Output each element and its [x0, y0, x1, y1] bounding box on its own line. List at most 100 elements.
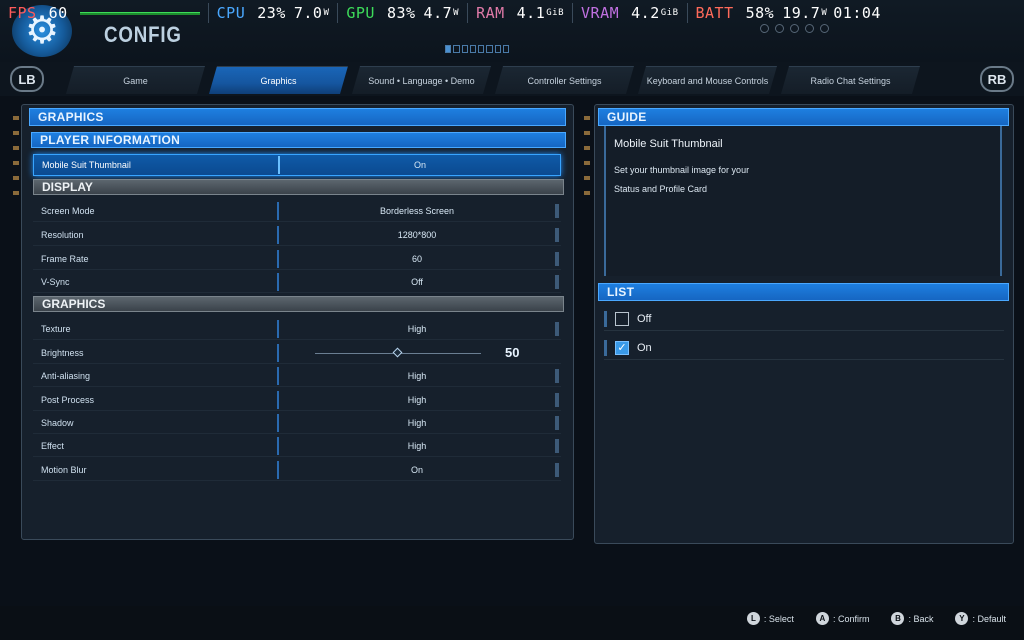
tab-sound-language-demo[interactable]: Sound • Language • Demo	[352, 66, 491, 94]
guide-line-1: Set your thumbnail image for your	[614, 165, 750, 175]
perf-fps-value: 60	[48, 4, 68, 22]
perf-batt: BATT 58% 19.7 W 01:04	[688, 3, 889, 23]
guide-header: GUIDE	[598, 108, 1009, 126]
tab-game[interactable]: Game	[66, 66, 205, 94]
row-value: High	[407, 394, 427, 405]
row-mobile-suit-thumbnail[interactable]: Mobile Suit Thumbnail On	[33, 154, 561, 176]
row-frame-rate[interactable]: Frame Rate 60	[33, 248, 561, 270]
row-end-marker	[555, 274, 559, 289]
row-label: Resolution	[33, 225, 279, 244]
perf-gpu-value: 83%	[386, 4, 416, 22]
row-anti-aliasing[interactable]: Anti-aliasing High	[33, 365, 561, 387]
perf-batt-power: 19.7	[782, 4, 821, 22]
list-item-off[interactable]: Off	[604, 307, 1004, 331]
performance-overlay: FPS 60 CPU 23% 7.0 W GPU 83% 4.7 W RAM 4.1…	[0, 0, 1024, 26]
row-end-marker	[555, 321, 559, 336]
guide-line-2: Status and Profile Card	[614, 184, 708, 194]
perf-gpu-label: GPU	[346, 4, 375, 22]
guide-text: Set your thumbnail image for your Status…	[614, 161, 749, 199]
row-v-sync[interactable]: V-Sync Off	[33, 271, 561, 293]
row-motion-blur[interactable]: Motion Blur On	[33, 459, 561, 481]
row-value: High	[407, 440, 427, 451]
list-item-label: Off	[637, 312, 652, 325]
tab-bar: LB Game Graphics Sound • Language • Demo…	[0, 62, 1024, 96]
left-side-decor	[13, 116, 19, 195]
button-hints: L : Select A : Confirm B : Back Y : Defa…	[746, 612, 1006, 625]
row-value: High	[407, 417, 427, 428]
row-value: Borderless Screen	[379, 205, 455, 216]
list-item-marker	[604, 339, 607, 356]
perf-batt-label: BATT	[695, 4, 734, 22]
perf-vram-value: 4.2	[631, 4, 660, 22]
row-value: On	[413, 160, 426, 170]
row-end-marker	[555, 227, 559, 242]
rb-button[interactable]: RB	[980, 66, 1014, 92]
fps-graph	[79, 11, 200, 15]
row-value: 1280*800	[397, 229, 437, 240]
perf-gpu-power: 4.7	[423, 4, 453, 22]
y-button-icon: Y	[955, 612, 969, 625]
tab-controller-settings[interactable]: Controller Settings	[495, 66, 634, 94]
row-brightness[interactable]: Brightness 50	[33, 342, 561, 364]
row-value: High	[407, 370, 427, 381]
list-header: LIST	[598, 283, 1009, 301]
slider-value: 50	[505, 344, 520, 360]
perf-gpu: GPU 83% 4.7 W	[338, 3, 469, 23]
perf-vram-label: VRAM	[581, 4, 620, 22]
tab-graphics[interactable]: Graphics	[209, 66, 348, 94]
right-side-decor	[584, 116, 590, 195]
row-effect[interactable]: Effect High	[33, 435, 561, 457]
guide-title: Mobile Suit Thumbnail	[614, 138, 723, 150]
player-info-header: PLAYER INFORMATION	[31, 132, 566, 148]
perf-cpu-value: 23%	[257, 4, 286, 22]
perf-batt-time: 01:04	[833, 4, 881, 22]
row-label: Brightness	[33, 343, 279, 362]
row-end-marker	[555, 368, 559, 383]
row-label: Motion Blur	[33, 460, 279, 479]
perf-vram: VRAM 4.2 GiB	[573, 3, 688, 23]
row-shadow[interactable]: Shadow High	[33, 412, 561, 434]
hint-confirm: A : Confirm	[815, 612, 870, 625]
lb-button[interactable]: LB	[10, 66, 44, 92]
list-item-label: On	[637, 341, 652, 354]
a-button-icon: A	[815, 612, 829, 625]
list-item-on[interactable]: ✓ On	[604, 336, 1004, 360]
slider-thumb[interactable]	[392, 347, 403, 357]
b-button-icon: B	[891, 612, 905, 625]
tab-radio-chat[interactable]: Radio Chat Settings	[781, 66, 920, 94]
perf-ram-unit: GiB	[546, 8, 565, 18]
hint-label: : Select	[763, 613, 794, 624]
hint-back: B : Back	[891, 612, 933, 625]
row-label: Effect	[33, 436, 279, 455]
checkbox-empty-icon[interactable]	[615, 311, 629, 326]
tab-keyboard-mouse[interactable]: Keyboard and Mouse Controls	[638, 66, 777, 94]
brightness-slider[interactable]: 50	[279, 342, 561, 364]
row-value: Off	[411, 276, 423, 287]
row-post-process[interactable]: Post Process High	[33, 389, 561, 411]
row-resolution[interactable]: Resolution 1280*800	[33, 224, 561, 246]
hint-label: : Confirm	[832, 613, 870, 624]
perf-cpu-label: CPU	[216, 4, 246, 22]
row-screen-mode[interactable]: Screen Mode Borderless Screen	[33, 200, 561, 222]
row-label: Mobile Suit Thumbnail	[34, 156, 280, 174]
row-end-marker	[555, 415, 559, 430]
hint-label: : Back	[908, 613, 934, 624]
row-end-marker	[555, 462, 559, 477]
row-label: Screen Mode	[33, 201, 279, 220]
row-end-marker	[555, 392, 559, 407]
hint-select: L : Select	[746, 612, 794, 625]
graphics-panel-header: GRAPHICS	[29, 108, 566, 126]
perf-batt-unit: W	[821, 8, 828, 18]
row-end-marker	[555, 438, 559, 453]
perf-ram-value: 4.1	[516, 4, 546, 22]
row-label: Anti-aliasing	[33, 366, 279, 385]
list-item-marker	[604, 310, 607, 327]
display-header: DISPLAY	[33, 179, 564, 195]
row-label: Frame Rate	[33, 249, 279, 268]
row-value: 60	[411, 253, 422, 264]
checkbox-checked-icon[interactable]: ✓	[615, 340, 629, 355]
row-value: High	[407, 323, 427, 334]
hint-label: : Default	[972, 613, 1006, 624]
row-texture[interactable]: Texture High	[33, 318, 561, 340]
perf-fps-label: FPS	[8, 4, 37, 22]
